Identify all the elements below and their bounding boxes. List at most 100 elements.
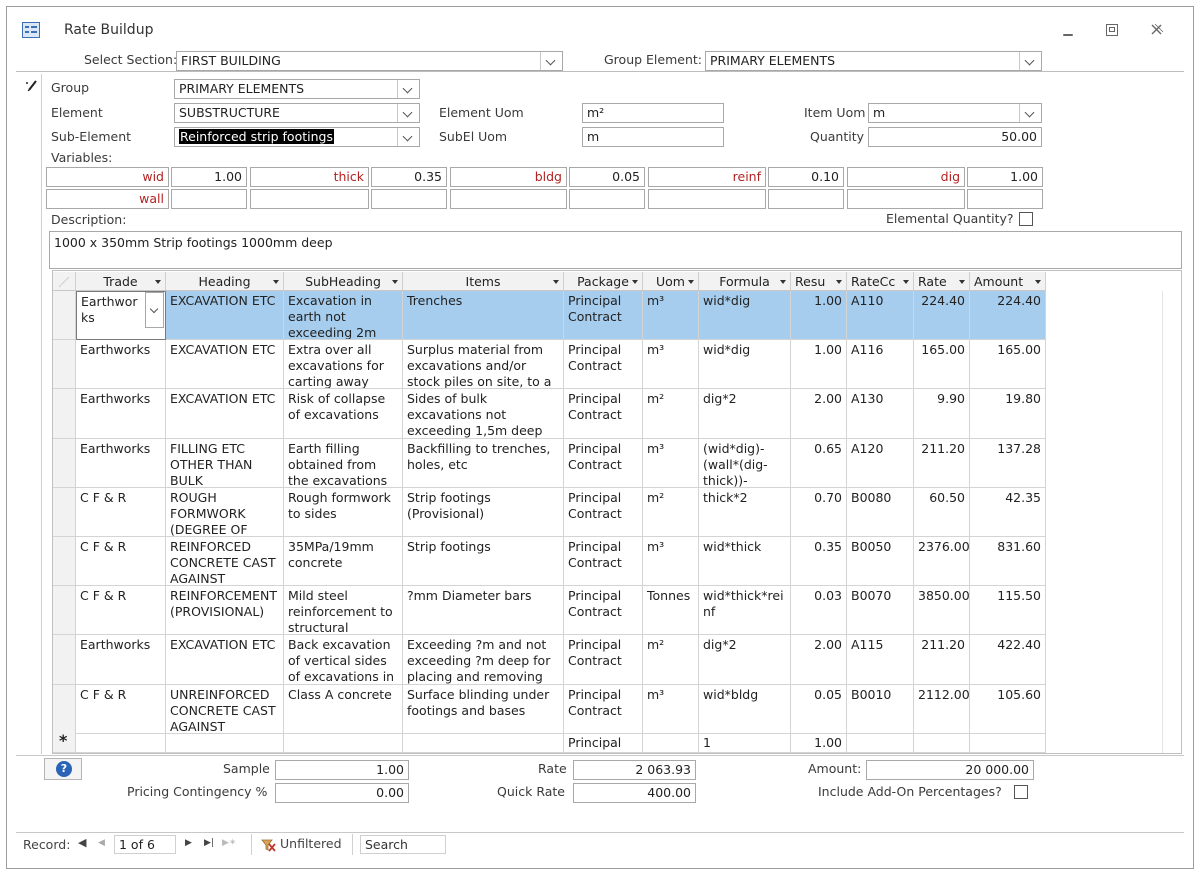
grid-cell-result[interactable]: 0.65 (791, 439, 847, 488)
include-addon-checkbox[interactable] (1014, 785, 1028, 799)
grid-cell-trade[interactable]: C F & R (76, 537, 166, 586)
record-selector-cell[interactable] (53, 340, 76, 389)
grid-cell-result[interactable]: 1.00 (791, 291, 847, 340)
grid-cell-trade[interactable]: Earthworks (76, 389, 166, 439)
column-header-result[interactable]: Resu (791, 272, 847, 291)
grid-cell-subheading[interactable]: Extra over all excavations for carting a… (284, 340, 403, 389)
prev-record-button[interactable]: ◀ (98, 838, 110, 852)
variable-name-field[interactable]: dig (847, 167, 965, 187)
grid-cell-formula[interactable]: wid*thick*rei nf (699, 586, 791, 635)
grid-cell-trade[interactable]: C F & R (76, 685, 166, 734)
chevron-down-icon[interactable] (1019, 52, 1041, 70)
column-header-heading[interactable]: Heading (166, 272, 284, 291)
record-selector-cell[interactable] (53, 685, 76, 734)
grid-cell-package[interactable]: Principal Contract (564, 389, 643, 439)
help-button[interactable]: ? (44, 758, 82, 780)
variable-value-field[interactable]: 0.10 (768, 167, 844, 187)
new-row-cell[interactable] (284, 733, 403, 753)
grid-vertical-scroll-region[interactable] (1162, 291, 1181, 753)
variable-value-field[interactable]: 1.00 (967, 167, 1043, 187)
new-row-cell[interactable] (76, 733, 166, 753)
new-record-selector[interactable]: * (53, 733, 76, 753)
grid-cell-package[interactable]: Principal Contract (564, 537, 643, 586)
grid-cell-trade[interactable]: C F & R (76, 586, 166, 635)
grid-cell-formula[interactable]: (wid*dig)-(wall*(dig-thick))- (699, 439, 791, 488)
grid-cell-uom[interactable]: m³ (643, 685, 699, 734)
grid-cell-package[interactable]: Principal Contract (564, 586, 643, 635)
variable-value-field[interactable] (967, 189, 1043, 209)
grid-cell-amount[interactable]: 115.50 (970, 586, 1046, 635)
grid-cell-amount[interactable]: 165.00 (970, 340, 1046, 389)
grid-cell-ratecode[interactable]: B0080 (847, 488, 914, 537)
grid-cell-items[interactable]: Sides of bulk excavations not exceeding … (403, 389, 564, 439)
grid-cell-formula[interactable]: wid*dig (699, 291, 791, 340)
grid-cell-ratecode[interactable]: A130 (847, 389, 914, 439)
column-header-amount[interactable]: Amount (970, 272, 1046, 291)
variable-name-field[interactable]: bldg (450, 167, 567, 187)
grid-cell-trade[interactable]: Earthworks (76, 635, 166, 685)
elemental-quantity-checkbox[interactable] (1019, 212, 1033, 226)
grid-cell-rate[interactable]: 3850.00 (914, 586, 970, 635)
new-record-button[interactable]: ▶✶ (222, 838, 240, 852)
grid-cell-result[interactable]: 2.00 (791, 389, 847, 439)
grid-cell-heading[interactable]: REINFORCEMENT (PROVISIONAL) (166, 586, 284, 635)
datasheet-select-all[interactable] (53, 272, 76, 291)
grid-cell-amount[interactable]: 422.40 (970, 635, 1046, 685)
grid-cell-formula[interactable]: wid*thick (699, 537, 791, 586)
column-header-rate[interactable]: Rate (914, 272, 970, 291)
grid-cell-rate[interactable]: 211.20 (914, 635, 970, 685)
grid-cell-amount[interactable]: 137.28 (970, 439, 1046, 488)
grid-cell-uom[interactable]: m³ (643, 291, 699, 340)
grid-cell-heading[interactable]: EXCAVATION ETC (166, 340, 284, 389)
grid-cell-subheading[interactable]: Back excavation of vertical sides of exc… (284, 635, 403, 685)
grid-cell-amount[interactable]: 42.35 (970, 488, 1046, 537)
grid-cell-rate[interactable]: 60.50 (914, 488, 970, 537)
variable-value-field[interactable] (371, 189, 447, 209)
element-uom-field[interactable]: m² (582, 103, 724, 123)
new-row-cell[interactable] (166, 733, 284, 753)
record-selector-cell[interactable] (53, 586, 76, 635)
grid-cell-rate[interactable]: 9.90 (914, 389, 970, 439)
variable-value-field[interactable] (768, 189, 844, 209)
filter-indicator[interactable]: Unfiltered (251, 834, 353, 855)
record-number-field[interactable]: 1 of 6 (114, 835, 176, 854)
column-header-subheading[interactable]: SubHeading (284, 272, 403, 291)
grid-cell-subheading[interactable]: Class A concrete (284, 685, 403, 734)
column-header-trade[interactable]: Trade (76, 272, 166, 291)
variable-name-field[interactable] (250, 189, 369, 209)
new-row-cell[interactable] (914, 733, 970, 753)
select-section-combo[interactable]: FIRST BUILDING (176, 51, 563, 71)
pricing-contingency-field[interactable]: 0.00 (275, 783, 409, 803)
grid-cell-formula[interactable]: dig*2 (699, 635, 791, 685)
trade-dropdown-button[interactable] (145, 292, 164, 328)
grid-cell-subheading[interactable]: Excavation in earth not exceeding 2m (284, 291, 403, 340)
group-element-combo[interactable]: PRIMARY ELEMENTS (705, 51, 1042, 71)
grid-cell-rate[interactable]: 211.20 (914, 439, 970, 488)
last-record-button[interactable]: ▶| (204, 838, 218, 852)
grid-cell-formula[interactable]: wid*dig (699, 340, 791, 389)
new-row-cell[interactable] (970, 733, 1046, 753)
new-row-cell[interactable] (403, 733, 564, 753)
grid-cell-amount[interactable]: 19.80 (970, 389, 1046, 439)
column-header-formula[interactable]: Formula (699, 272, 791, 291)
grid-cell-items[interactable]: Strip footings (Provisional) (403, 488, 564, 537)
new-row-result[interactable]: 1.00 (791, 733, 847, 753)
new-row-cell[interactable] (643, 733, 699, 753)
sample-field[interactable]: 1.00 (275, 760, 409, 780)
grid-cell-trade[interactable]: C F & R (76, 488, 166, 537)
search-box[interactable]: Search (360, 835, 446, 854)
new-row-cell[interactable] (847, 733, 914, 753)
grid-cell-formula[interactable]: wid*bldg (699, 685, 791, 734)
grid-cell-result[interactable]: 0.35 (791, 537, 847, 586)
new-row-formula[interactable]: 1 (699, 733, 791, 753)
grid-cell-heading[interactable]: FILLING ETC OTHER THAN BULK (166, 439, 284, 488)
grid-cell-subheading[interactable]: 35MPa/19mm concrete (284, 537, 403, 586)
grid-cell-package[interactable]: Principal Contract (564, 685, 643, 734)
grid-cell-uom[interactable]: m³ (643, 439, 699, 488)
grid-cell-subheading[interactable]: Earth filling obtained from the excavati… (284, 439, 403, 488)
grid-cell-heading[interactable]: EXCAVATION ETC (166, 291, 284, 340)
group-combo[interactable]: PRIMARY ELEMENTS (174, 79, 420, 99)
grid-cell-rate[interactable]: 2376.00 (914, 537, 970, 586)
grid-cell-uom[interactable]: m² (643, 488, 699, 537)
grid-cell-uom[interactable]: Tonnes (643, 586, 699, 635)
